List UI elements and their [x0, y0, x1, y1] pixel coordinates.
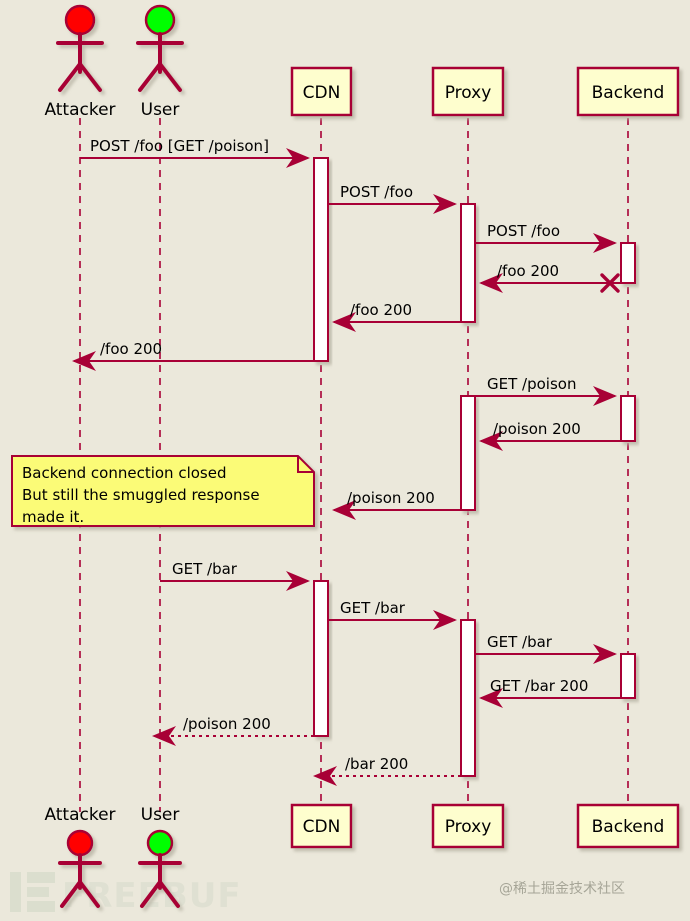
activation-cdn-2	[313, 580, 329, 737]
user-head-icon	[144, 4, 176, 36]
activation-cdn-1	[313, 157, 329, 362]
activation-proxy-3	[460, 619, 476, 777]
message-12-label: GET /bar	[487, 633, 553, 651]
participant-label-user-top: User	[141, 100, 180, 120]
participant-label-cdn-bottom: CDN	[303, 817, 341, 837]
message-4-label: /foo 200	[497, 262, 559, 280]
message-2-label: POST /foo	[340, 183, 413, 201]
participant-cdn-bottom[interactable]: CDN	[290, 803, 353, 849]
attacker-head-icon	[64, 4, 96, 36]
participant-label-backend-bottom: Backend	[592, 817, 665, 837]
attacker-head-bottom-icon	[66, 829, 94, 857]
message-15-label: /bar 200	[345, 755, 408, 773]
participant-cdn-top[interactable]: CDN	[290, 66, 353, 117]
note-line-2: But still the smuggled response	[22, 486, 260, 504]
watermark-freebuf-logo: FREEBUF	[10, 872, 241, 916]
activation-proxy-1	[460, 203, 476, 323]
message-8-label: /poison 200	[493, 420, 581, 438]
activation-backend-1	[620, 242, 636, 284]
participant-label-proxy-top: Proxy	[445, 83, 492, 103]
participant-label-cdn-top: CDN	[303, 83, 341, 103]
message-11-label: GET /bar	[340, 599, 406, 617]
participant-backend-top[interactable]: Backend	[576, 66, 680, 117]
message-5-label: /foo 200	[350, 301, 412, 319]
participant-backend-bottom[interactable]: Backend	[576, 803, 680, 849]
message-10-label: GET /bar	[172, 560, 238, 578]
message-9-label: /poison 200	[347, 489, 435, 507]
activation-backend-3	[620, 653, 636, 699]
participant-proxy-bottom[interactable]: Proxy	[431, 803, 505, 849]
participant-proxy-top[interactable]: Proxy	[431, 66, 505, 117]
note-line-3: made it.	[22, 508, 84, 526]
note-line-1: Backend connection closed	[22, 464, 226, 482]
participant-label-attacker-bottom: Attacker	[44, 805, 115, 825]
message-7-label: GET /poison	[487, 375, 576, 393]
message-13-label: GET /bar 200	[490, 677, 588, 695]
user-head-bottom-icon	[146, 829, 174, 857]
note-backend-closed[interactable]: Backend connection closed But still the …	[11, 455, 315, 527]
participant-label-user-bottom: User	[141, 805, 180, 825]
message-3-label: POST /foo	[487, 222, 560, 240]
message-14-label: /poison 200	[183, 715, 271, 733]
activation-backend-2	[620, 395, 636, 442]
participant-label-attacker-top: Attacker	[44, 100, 115, 120]
participant-label-proxy-bottom: Proxy	[445, 817, 492, 837]
sequence-diagram-canvas: FREEBUF @稀土掘金技术社区 Attacker User CDN Prox…	[0, 0, 690, 921]
message-6-label: /foo 200	[100, 340, 162, 358]
participant-label-backend-top: Backend	[592, 83, 665, 103]
message-1-label: POST /foo [GET /poison]	[90, 137, 269, 155]
activation-proxy-2	[460, 395, 476, 511]
watermark-community-text: @稀土掘金技术社区	[499, 881, 625, 897]
